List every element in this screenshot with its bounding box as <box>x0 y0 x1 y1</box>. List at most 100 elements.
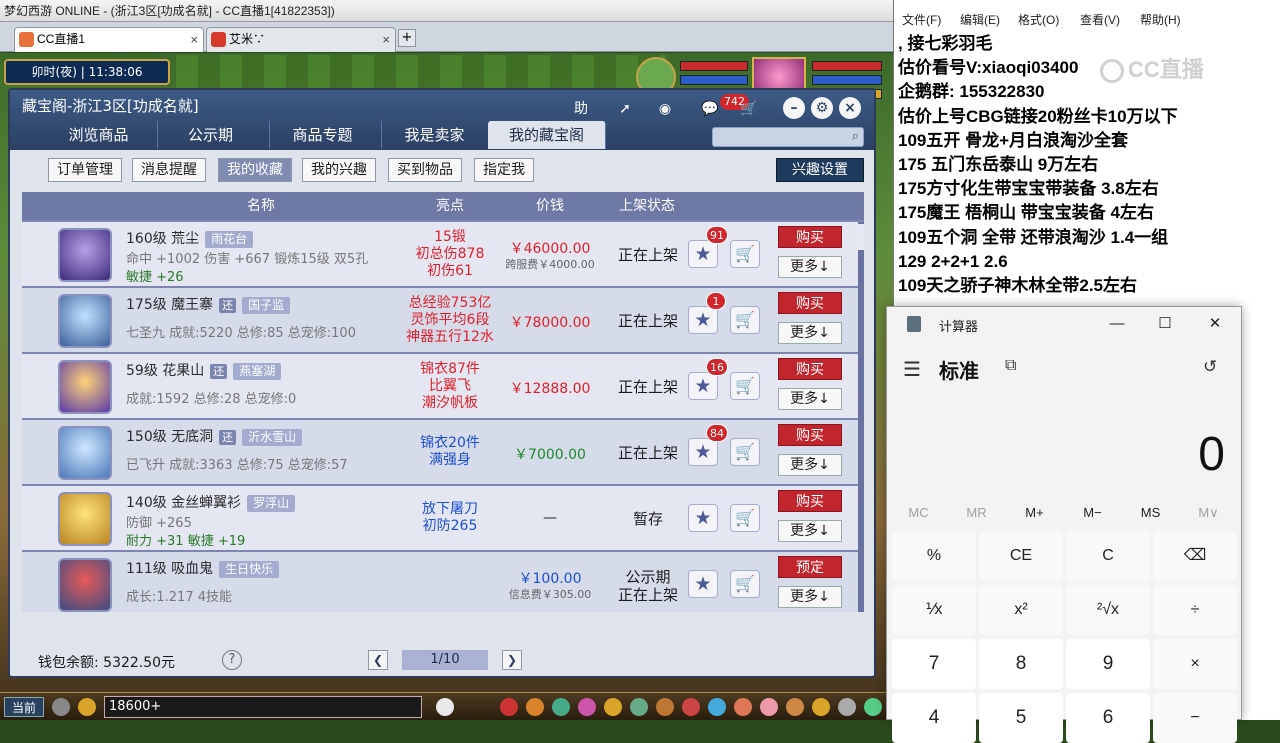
friends-icon[interactable] <box>604 698 622 716</box>
smiley-icon[interactable] <box>812 698 830 716</box>
more-button[interactable]: 更多↓ <box>778 520 842 542</box>
tab-public-period[interactable]: 公示期 <box>152 121 270 149</box>
system-icon[interactable] <box>838 698 856 716</box>
subtab-purchased[interactable]: 买到物品 <box>388 158 462 182</box>
subtab-orders[interactable]: 订单管理 <box>48 158 122 182</box>
memory-button[interactable]: M∨ <box>1180 505 1237 521</box>
table-row[interactable]: 160级 荒尘 雨花台 命中 +1002 伤害 +667 锻炼15级 双5孔 敏捷 +… <box>22 222 858 286</box>
close-icon[interactable]: × <box>190 28 198 51</box>
calc-key[interactable]: 5 <box>979 693 1063 743</box>
minimize-icon[interactable]: — <box>1095 311 1139 337</box>
close-icon[interactable]: × <box>839 97 861 119</box>
channel-current-button[interactable]: 当前 <box>4 697 44 717</box>
subtab-interests[interactable]: 我的兴趣 <box>302 158 376 182</box>
close-icon[interactable]: × <box>382 28 390 51</box>
tab-browse-goods[interactable]: 浏览商品 <box>40 121 158 149</box>
guild-icon[interactable] <box>708 698 726 716</box>
scroll-thumb[interactable] <box>858 224 864 250</box>
calc-key[interactable]: % <box>892 531 976 581</box>
minimize-icon[interactable]: – <box>783 97 805 119</box>
buy-button[interactable]: 购买 <box>778 292 842 314</box>
add-to-cart-icon[interactable]: 🛒 <box>730 504 760 532</box>
more-button[interactable]: 更多↓ <box>778 388 842 410</box>
settings-gear-icon[interactable]: ⚙ <box>811 97 833 119</box>
item-thumbnail[interactable] <box>58 360 112 414</box>
table-row[interactable]: 150级 无底洞还沂水雪山 已飞升 成就:3363 总修:75 总宠修:57 锦衣2… <box>22 420 858 484</box>
skill-icon[interactable] <box>552 698 570 716</box>
table-row[interactable]: 111级 吸血鬼 生日快乐 成长:1.217 4技能 ￥100.00 信息费￥305.0… <box>22 552 858 612</box>
calc-key[interactable]: ²√x <box>1066 585 1150 635</box>
keep-on-top-icon[interactable]: ⧉ <box>1005 357 1016 375</box>
peach-icon[interactable] <box>760 698 778 716</box>
buy-button[interactable]: 购买 <box>778 358 842 380</box>
mail-icon[interactable] <box>734 698 752 716</box>
table-row[interactable]: 140级 金丝蝉翼衫 罗浮山 防御 +265 耐力 +31 敏捷 +19 放下屠刀 初防2… <box>22 486 858 550</box>
team-icon[interactable] <box>526 698 544 716</box>
tab-seller[interactable]: 我是卖家 <box>376 121 494 149</box>
table-row[interactable]: 59级 花果山还燕塞湖 成就:1592 总修:28 总宠修:0 锦衣87件 比翼飞 潮汐… <box>22 354 858 418</box>
calc-key[interactable]: ÷ <box>1153 585 1237 635</box>
item-thumbnail[interactable] <box>58 228 112 282</box>
favorite-star-icon[interactable]: ★ <box>688 240 718 268</box>
history-icon[interactable]: ↺ <box>1203 357 1217 377</box>
preorder-button[interactable]: 预定 <box>778 556 842 578</box>
calc-key[interactable]: 4 <box>892 693 976 743</box>
menu-view[interactable]: 查看(V) <box>1080 11 1120 28</box>
favorite-star-icon[interactable]: ★ <box>688 306 718 334</box>
help-icon[interactable]: ? <box>222 650 242 670</box>
calc-key[interactable]: × <box>1153 639 1237 689</box>
buy-button[interactable]: 购买 <box>778 490 842 512</box>
close-icon[interactable]: ✕ <box>1193 311 1237 337</box>
menu-edit[interactable]: 编辑(E) <box>960 11 1000 28</box>
menu-format[interactable]: 格式(O) <box>1018 11 1059 28</box>
more-button[interactable]: 更多↓ <box>778 454 842 476</box>
activity-icon[interactable] <box>786 698 804 716</box>
add-to-cart-icon[interactable]: 🛒 <box>730 240 760 268</box>
calc-key[interactable]: ⌫ <box>1153 531 1237 581</box>
cart-icon[interactable]: 🛒 <box>736 98 762 120</box>
item-thumbnail[interactable] <box>58 426 112 480</box>
item-thumbnail[interactable] <box>58 558 112 612</box>
map-icon[interactable] <box>630 698 648 716</box>
menu-file[interactable]: 文件(F) <box>902 11 941 28</box>
tab-topics[interactable]: 商品专题 <box>264 121 382 149</box>
tab-cc-live[interactable]: CC直播1 × <box>14 27 204 52</box>
list-scrollbar[interactable] <box>858 222 864 612</box>
favorite-star-icon[interactable]: ★ <box>688 372 718 400</box>
chat-input[interactable]: 18600+ <box>104 696 422 718</box>
prev-page-button[interactable]: ❮ <box>368 650 388 670</box>
bag-icon[interactable] <box>500 698 518 716</box>
add-to-cart-icon[interactable]: 🛒 <box>730 306 760 334</box>
microphone-icon[interactable] <box>52 698 70 716</box>
calc-key[interactable]: x² <box>979 585 1063 635</box>
tab-aimi[interactable]: 艾米∵ × <box>206 27 396 52</box>
help-button[interactable]: 助 <box>568 98 594 120</box>
pet-icon[interactable] <box>436 698 454 716</box>
shop-icon[interactable] <box>682 698 700 716</box>
memory-button[interactable]: M+ <box>1006 505 1063 520</box>
memory-button[interactable]: MS <box>1122 505 1179 520</box>
hamburger-menu-icon[interactable]: ☰ <box>903 357 921 382</box>
memory-button[interactable]: MC <box>890 505 947 520</box>
new-tab-button[interactable]: + <box>398 29 416 47</box>
table-row[interactable]: 175级 魔王寨还国子监 七圣九 成就:5220 总修:85 总宠修:100 总经验… <box>22 288 858 352</box>
settings-icon[interactable] <box>864 698 882 716</box>
favorite-star-icon[interactable]: ★ <box>688 504 718 532</box>
search-icon[interactable]: ⌕ <box>852 129 859 144</box>
calc-key[interactable]: 7 <box>892 639 976 689</box>
maximize-icon[interactable]: ☐ <box>1143 311 1187 337</box>
share-icon[interactable]: ➚ <box>612 98 638 120</box>
item-thumbnail[interactable] <box>58 294 112 348</box>
subtab-designated[interactable]: 指定我 <box>474 158 534 182</box>
gift-icon[interactable] <box>578 698 596 716</box>
tab-my-pavilion[interactable]: 我的藏宝阁 <box>488 121 606 149</box>
buy-button[interactable]: 购买 <box>778 226 842 248</box>
search-input[interactable]: ⌕ <box>712 127 864 147</box>
item-thumbnail[interactable] <box>58 492 112 546</box>
next-page-button[interactable]: ❯ <box>502 650 522 670</box>
calc-key[interactable]: CE <box>979 531 1063 581</box>
more-button[interactable]: 更多↓ <box>778 586 842 608</box>
more-button[interactable]: 更多↓ <box>778 322 842 344</box>
calc-key[interactable]: 8 <box>979 639 1063 689</box>
add-to-cart-icon[interactable]: 🛒 <box>730 570 760 598</box>
